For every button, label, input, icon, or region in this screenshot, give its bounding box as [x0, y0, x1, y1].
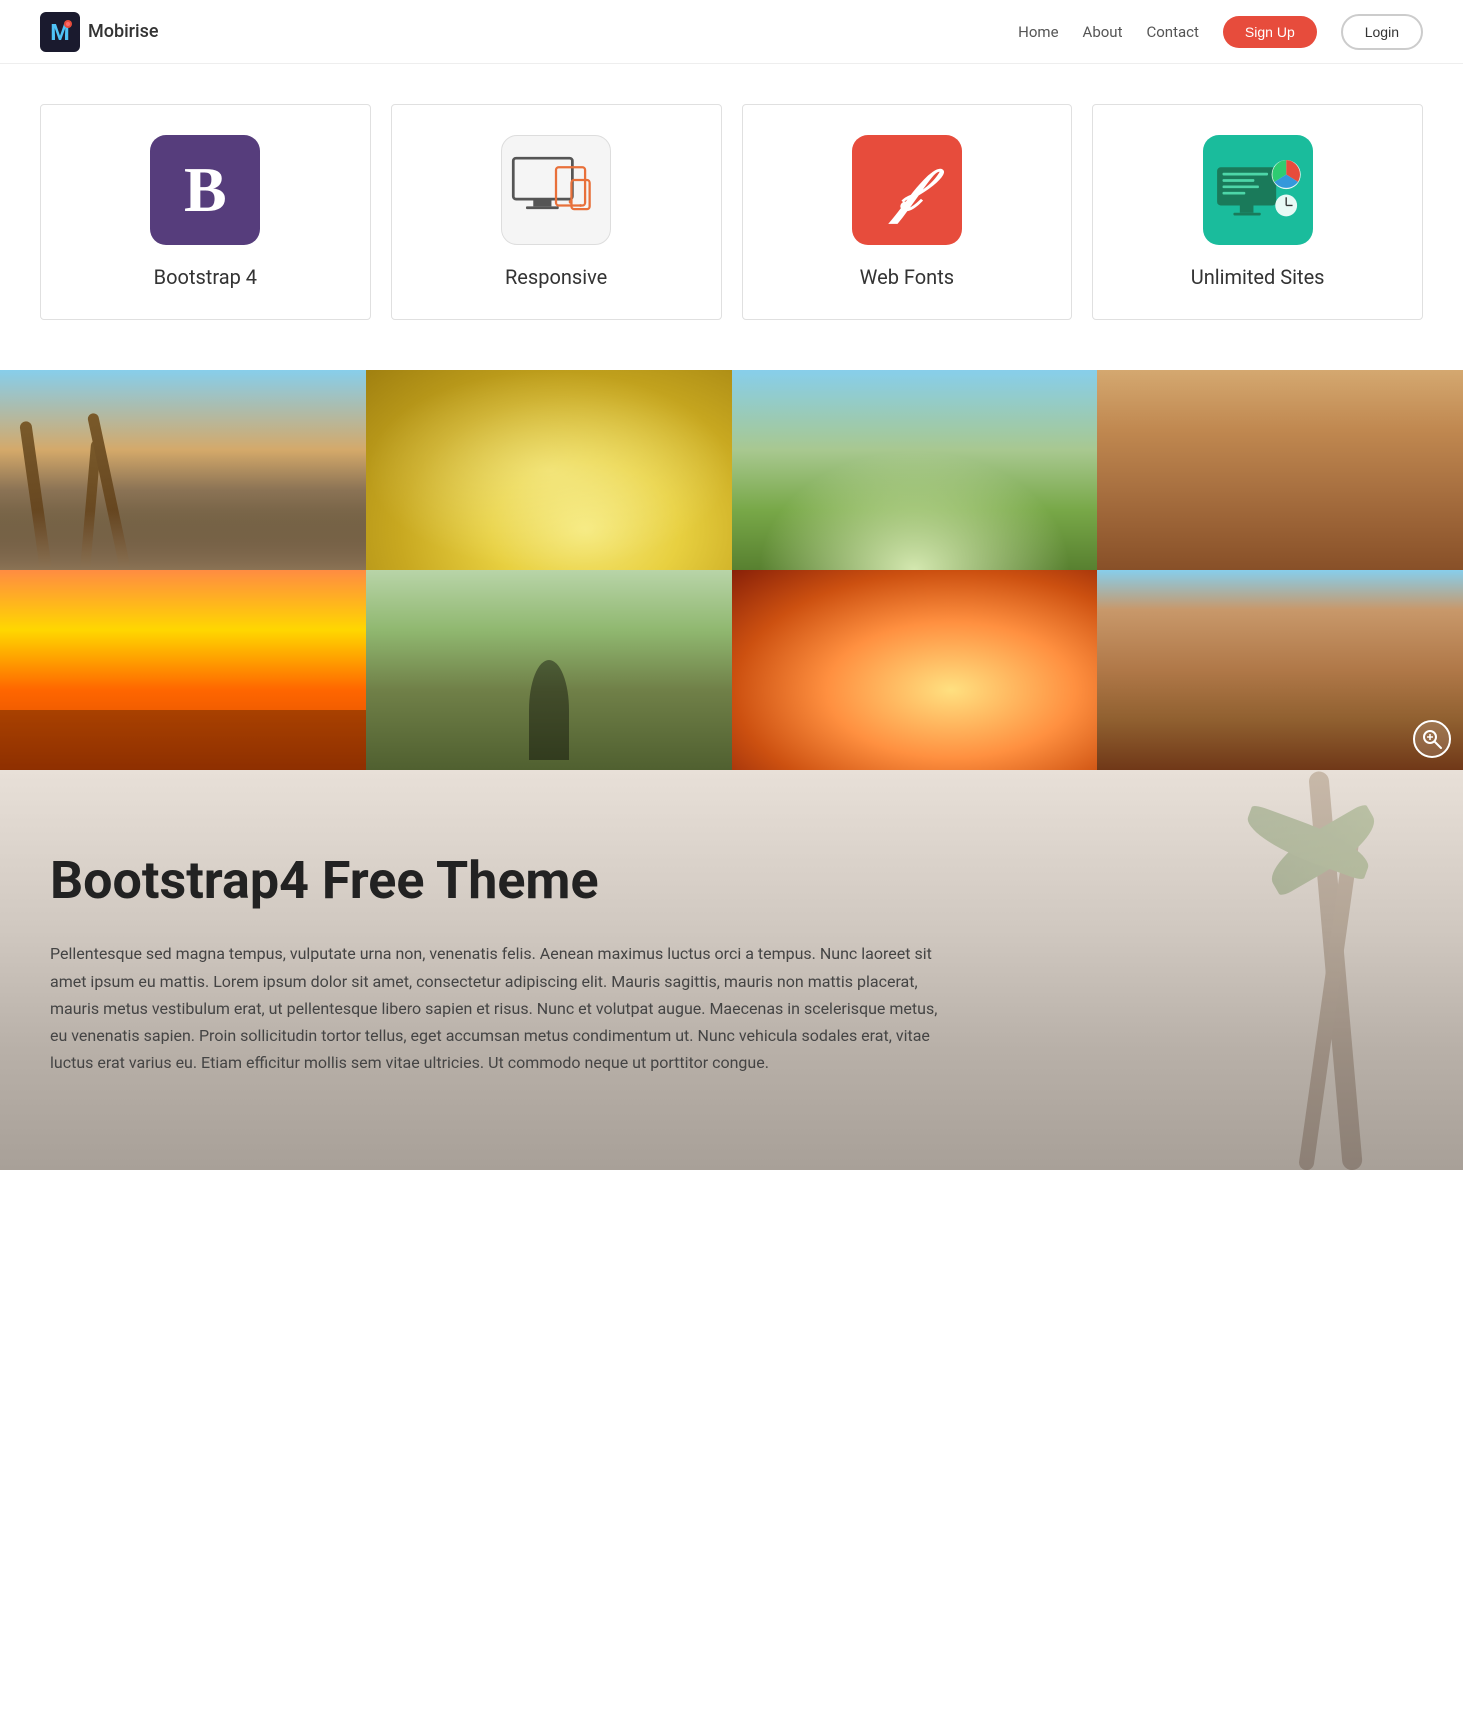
signup-button[interactable]: Sign Up	[1223, 16, 1317, 48]
gallery-item-6[interactable]	[366, 570, 732, 770]
responsive-icon	[501, 135, 611, 245]
feature-card-bootstrap: B Bootstrap 4	[40, 104, 371, 320]
login-button[interactable]: Login	[1341, 14, 1423, 50]
zoom-overlay	[1413, 720, 1451, 758]
unlimited-icon	[1203, 135, 1313, 245]
feature-label-bootstrap: Bootstrap 4	[154, 265, 257, 289]
zoom-icon[interactable]	[1413, 720, 1451, 758]
gallery-item-7[interactable]	[732, 570, 1098, 770]
webfonts-icon: 𝒻	[852, 135, 962, 245]
nav-links: Home About Contact Sign Up Login	[1018, 14, 1423, 50]
palm-decoration	[1013, 770, 1463, 1170]
gallery-row-1	[0, 370, 1463, 570]
gallery-item-8[interactable]	[1097, 570, 1463, 770]
nav-home[interactable]: Home	[1018, 23, 1058, 41]
brand: M Mobirise	[40, 12, 1018, 52]
feature-card-unlimited: Unlimited Sites	[1092, 104, 1423, 320]
navbar: M Mobirise Home About Contact Sign Up Lo…	[0, 0, 1463, 64]
gallery-item-5[interactable]	[0, 570, 366, 770]
feature-card-responsive: Responsive	[391, 104, 722, 320]
brand-name: Mobirise	[88, 21, 159, 42]
gallery-item-1[interactable]	[0, 370, 366, 570]
feature-label-responsive: Responsive	[505, 265, 607, 289]
content-section: Bootstrap4 Free Theme Pellentesque sed m…	[0, 770, 1463, 1170]
feature-card-webfonts: 𝒻 Web Fonts	[742, 104, 1073, 320]
gallery-item-2[interactable]	[366, 370, 732, 570]
nav-about[interactable]: About	[1083, 23, 1123, 41]
features-grid: B Bootstrap 4 Responsiv	[40, 104, 1423, 320]
gallery-section	[0, 370, 1463, 770]
nav-contact[interactable]: Contact	[1146, 23, 1198, 41]
content-body: Pellentesque sed magna tempus, vulputate…	[50, 940, 950, 1076]
features-section: B Bootstrap 4 Responsiv	[0, 64, 1463, 340]
feature-label-webfonts: Web Fonts	[860, 265, 954, 289]
brand-logo: M	[40, 12, 80, 52]
gallery-row-2	[0, 570, 1463, 770]
gallery-item-3[interactable]	[732, 370, 1098, 570]
feature-label-unlimited: Unlimited Sites	[1191, 265, 1325, 289]
bootstrap-icon: B	[150, 135, 260, 245]
gallery-item-4[interactable]	[1097, 370, 1463, 570]
